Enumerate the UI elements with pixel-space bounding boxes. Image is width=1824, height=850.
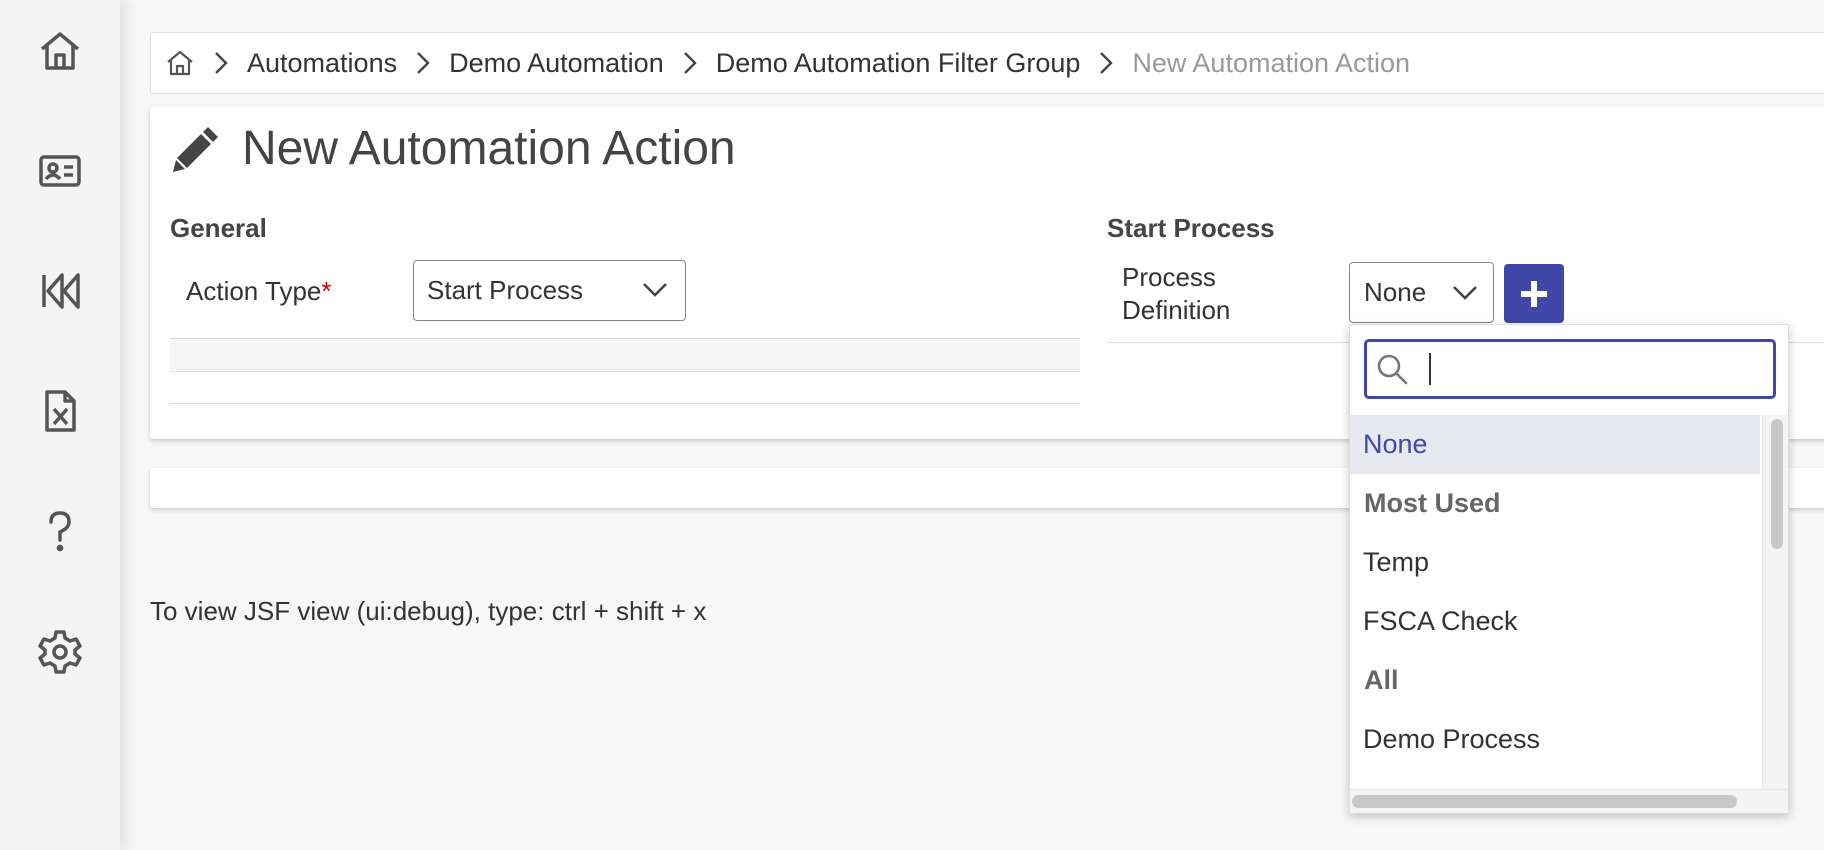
dropdown-vertical-scroll-thumb[interactable]	[1771, 419, 1783, 549]
process-definition-dropdown: None Most Used Temp FSCA Check All Demo …	[1349, 324, 1789, 814]
breadcrumb: Automations Demo Automation Demo Automat…	[150, 32, 1824, 94]
pencil-icon	[170, 123, 222, 175]
add-process-definition-button[interactable]	[1504, 264, 1564, 323]
sidebar	[0, 0, 120, 850]
process-definition-select[interactable]: None	[1349, 262, 1494, 323]
action-type-select[interactable]: Start Process	[413, 260, 686, 321]
contact-card-icon[interactable]	[35, 146, 85, 196]
empty-row	[170, 339, 1080, 370]
help-icon[interactable]	[35, 506, 85, 556]
dropdown-search-field[interactable]	[1364, 339, 1776, 399]
dropdown-horizontal-scroll-thumb[interactable]	[1352, 795, 1737, 808]
text-caret	[1429, 353, 1431, 385]
dropdown-option-temp[interactable]: Temp	[1350, 533, 1760, 592]
action-type-select-value: Start Process	[427, 275, 584, 305]
page-title: New Automation Action	[242, 122, 736, 175]
dropdown-group-most-used: Most Used	[1364, 488, 1501, 518]
chevron-down-icon	[1451, 282, 1479, 304]
dropdown-group-all: All	[1364, 665, 1399, 695]
breadcrumb-current: New Automation Action	[1132, 47, 1411, 78]
settings-icon[interactable]	[35, 626, 85, 676]
breadcrumb-item-demo-automation[interactable]: Demo Automation	[449, 48, 664, 79]
search-icon	[1375, 352, 1409, 386]
process-definition-label: Process Definition	[1122, 261, 1230, 327]
required-marker: *	[321, 276, 332, 306]
page-title-wrap: New Automation Action	[170, 121, 736, 176]
action-type-label-text: Action Type	[186, 276, 322, 306]
breadcrumb-separator-icon	[415, 50, 431, 76]
breadcrumb-separator-icon	[213, 50, 229, 76]
breadcrumb-item-automations[interactable]: Automations	[247, 48, 397, 79]
breadcrumb-separator-icon	[1098, 50, 1114, 76]
section-title-general: General	[170, 213, 267, 243]
home-icon[interactable]	[35, 26, 85, 76]
dropdown-vertical-scrollbar[interactable]	[1762, 415, 1788, 789]
dropdown-option-demo-process[interactable]: Demo Process	[1350, 710, 1760, 769]
rewind-icon[interactable]	[35, 266, 85, 316]
breadcrumb-separator-icon	[682, 50, 698, 76]
row-divider	[170, 371, 1080, 372]
process-definition-label-line2: Definition	[1122, 295, 1231, 325]
process-definition-select-value: None	[1364, 277, 1427, 307]
process-definition-label-line1: Process	[1122, 262, 1216, 292]
dropdown-horizontal-scrollbar[interactable]	[1350, 789, 1788, 813]
debug-hint: To view JSF view (ui:debug), type: ctrl …	[150, 596, 707, 626]
row-divider	[170, 403, 1080, 404]
chevron-down-icon	[641, 279, 669, 301]
dropdown-option-none[interactable]: None	[1350, 415, 1760, 474]
dropdown-option-fsca-check[interactable]: FSCA Check	[1350, 592, 1760, 651]
breadcrumb-item-filter-group[interactable]: Demo Automation Filter Group	[716, 48, 1081, 79]
plus-icon	[1519, 279, 1549, 309]
action-type-label: Action Type*	[186, 276, 332, 307]
breadcrumb-home-icon[interactable]	[165, 48, 195, 78]
section-title-start-process: Start Process	[1107, 213, 1275, 243]
dropdown-options: None Most Used Temp FSCA Check All Demo …	[1350, 415, 1760, 769]
excel-file-icon[interactable]	[35, 386, 85, 436]
